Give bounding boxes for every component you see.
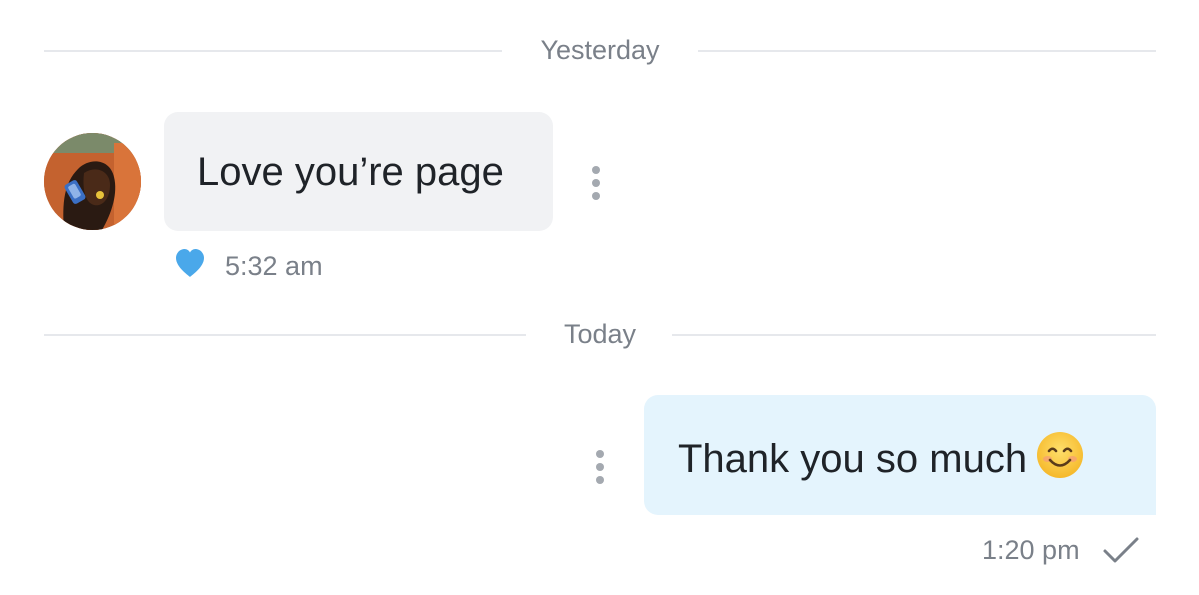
incoming-message-bubble[interactable]: Love you’re page — [164, 112, 553, 231]
message-text: Thank you so much — [678, 437, 1028, 481]
divider-line — [698, 50, 1156, 52]
divider-line — [44, 50, 502, 52]
message-timestamp: 1:20 pm — [982, 535, 1080, 565]
smiling-face-emoji — [1035, 430, 1085, 491]
message-text: Love you’re page — [197, 150, 504, 194]
date-divider-yesterday: Yesterday — [44, 35, 1156, 65]
heart-icon[interactable] — [174, 248, 206, 285]
message-text-container: Thank you so much — [678, 430, 1085, 491]
outgoing-message-bubble[interactable]: Thank you so much — [644, 395, 1156, 515]
avatar-image — [44, 133, 141, 230]
date-divider-label: Today — [563, 319, 637, 349]
date-divider-label: Yesterday — [540, 35, 660, 65]
avatar[interactable] — [44, 133, 141, 230]
divider-line — [44, 334, 526, 336]
date-divider-today: Today — [44, 319, 1156, 349]
checkmark-icon — [1102, 534, 1140, 573]
divider-line — [672, 334, 1156, 336]
more-options-icon[interactable] — [592, 448, 608, 488]
more-options-icon[interactable] — [588, 164, 604, 204]
message-timestamp: 5:32 am — [225, 251, 323, 281]
